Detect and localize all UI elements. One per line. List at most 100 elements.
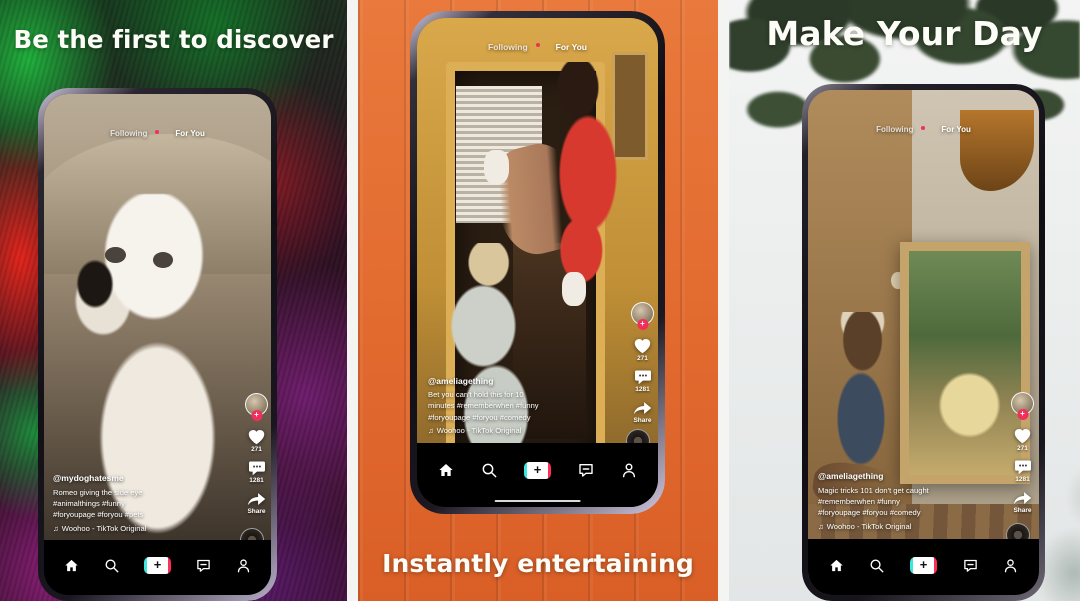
tab-home[interactable] (829, 558, 844, 573)
like-count: 271 (637, 354, 648, 362)
caption-handle[interactable]: @mydoghatesme (53, 472, 203, 485)
action-rail: + 271 1281 Share (245, 392, 268, 515)
share-arrow-icon[interactable] (1013, 490, 1032, 506)
like-action[interactable]: 271 (633, 337, 652, 362)
caption-line-3: #foryoupage #foryou #comedy (818, 508, 921, 518)
tab-for-you[interactable]: For You (941, 125, 970, 134)
music-row[interactable]: ♫ Woohoo - TikTok Original (818, 521, 970, 532)
feed-top-nav: Following For You (417, 42, 658, 52)
app-store-screenshot-gallery: Be the first to discover Following For Y… (0, 0, 1080, 601)
tab-profile[interactable] (621, 462, 637, 478)
caption-line-3: #foryoupage #foryou #pets (53, 510, 144, 520)
notification-dot-icon (155, 129, 160, 134)
notification-dot-icon (921, 125, 926, 130)
phone-screen: Following For You + 271 (44, 94, 271, 595)
comment-action[interactable]: 1281 (1014, 459, 1032, 483)
create-button[interactable]: + (909, 556, 937, 574)
video-caption: @ameliagething Magic tricks 101 don't ge… (818, 470, 970, 532)
music-note-icon: ♫ (53, 523, 59, 533)
panel-make-your-day: Make Your Day Following For You + 271 12… (729, 0, 1080, 601)
tab-profile[interactable] (236, 558, 251, 573)
feed-top-nav: Following For You (44, 129, 271, 138)
tab-following[interactable]: Following (488, 42, 528, 52)
tab-for-you[interactable]: For You (175, 129, 204, 138)
comment-icon[interactable] (248, 460, 266, 476)
share-label: Share (633, 416, 652, 424)
comment-icon[interactable] (1014, 459, 1032, 475)
tab-following[interactable]: Following (876, 125, 913, 134)
avatar[interactable]: + (1011, 392, 1034, 421)
follow-plus-badge[interactable]: + (1017, 409, 1028, 421)
home-indicator (494, 499, 581, 502)
create-button[interactable]: + (143, 556, 171, 574)
notification-dot-icon (535, 43, 540, 48)
caption-line-2: minutes #rememberwhen #funny (428, 401, 539, 411)
painting-canvas (909, 250, 1021, 475)
phone-screen: Following For You + 271 (808, 90, 1039, 595)
avatar[interactable]: + (631, 301, 654, 330)
tab-inbox[interactable] (578, 462, 594, 478)
comment-count: 1281 (635, 385, 650, 393)
tab-search[interactable] (481, 462, 497, 478)
create-button[interactable]: + (523, 461, 551, 479)
bottom-tab-bar: + (44, 539, 271, 595)
tab-home[interactable] (438, 462, 454, 478)
tab-search[interactable] (869, 558, 884, 573)
tab-search[interactable] (104, 558, 119, 573)
follow-plus-badge[interactable]: + (637, 318, 648, 330)
like-count: 271 (251, 445, 262, 453)
share-action[interactable]: Share (633, 400, 652, 424)
shoe-lower (561, 272, 586, 307)
caption-line-3: #foryoupage #foryou #comedy (428, 412, 531, 422)
share-action[interactable]: Share (247, 491, 266, 515)
share-label: Share (1013, 507, 1032, 515)
share-arrow-icon[interactable] (633, 400, 652, 416)
music-row[interactable]: ♫ Woohoo - TikTok Original (428, 425, 587, 436)
like-action[interactable]: 271 (247, 428, 266, 453)
tab-profile[interactable] (1003, 558, 1018, 573)
phone-mockup: Following For You + 271 (802, 84, 1045, 601)
music-note-icon: ♫ (428, 425, 434, 435)
caption-handle[interactable]: @ameliagething (428, 375, 587, 388)
dog-eye-left (105, 246, 126, 263)
music-note-icon: ♫ (818, 521, 824, 531)
caption-handle[interactable]: @ameliagething (818, 470, 970, 483)
avatar[interactable]: + (245, 392, 268, 421)
caption-line-2: #rememberwhen #funny (818, 497, 900, 507)
like-action[interactable]: 271 (1013, 427, 1032, 452)
heart-icon[interactable] (247, 428, 266, 445)
comment-action[interactable]: 1281 (248, 460, 266, 484)
comment-action[interactable]: 1281 (634, 369, 652, 393)
heart-icon[interactable] (633, 337, 652, 354)
share-arrow-icon[interactable] (247, 491, 266, 507)
video-caption: @ameliagething Bet you can't hold this f… (428, 375, 587, 437)
caption-line-1: Magic tricks 101 don't get caught (818, 485, 929, 495)
comment-count: 1281 (1015, 476, 1030, 484)
bottom-tab-bar: + (808, 539, 1039, 595)
heart-icon[interactable] (1013, 427, 1032, 444)
panel-gutter (347, 0, 358, 601)
tab-inbox[interactable] (196, 558, 211, 573)
music-title: Woohoo - TikTok Original (436, 425, 522, 435)
tab-create[interactable]: + (143, 556, 171, 574)
feed-top-nav: Following For You (808, 125, 1039, 134)
tiger-shape (924, 358, 1015, 453)
video-caption: @mydoghatesme Romeo giving the side eye … (53, 472, 203, 534)
share-label: Share (247, 507, 266, 515)
tab-home[interactable] (64, 558, 79, 573)
music-row[interactable]: ♫ Woohoo - TikTok Original (53, 523, 203, 534)
tab-create[interactable]: + (523, 461, 551, 479)
caption-line-1: Bet you can't hold this for 10 (428, 390, 524, 400)
panel-entertaining: Instantly entertaining Following For You… (358, 0, 718, 601)
share-action[interactable]: Share (1013, 490, 1032, 514)
tab-for-you[interactable]: For You (556, 42, 587, 52)
tab-create[interactable]: + (909, 556, 937, 574)
action-rail: + 271 1281 Share (1011, 392, 1034, 514)
tab-following[interactable]: Following (110, 129, 147, 138)
tab-inbox[interactable] (963, 558, 978, 573)
phone-screen: Following For You + 271 (417, 18, 658, 507)
panel-headline: Make Your Day (766, 14, 1043, 53)
comment-icon[interactable] (634, 369, 652, 385)
follow-plus-badge[interactable]: + (251, 409, 262, 421)
panel-headline: Be the first to discover (13, 25, 334, 54)
